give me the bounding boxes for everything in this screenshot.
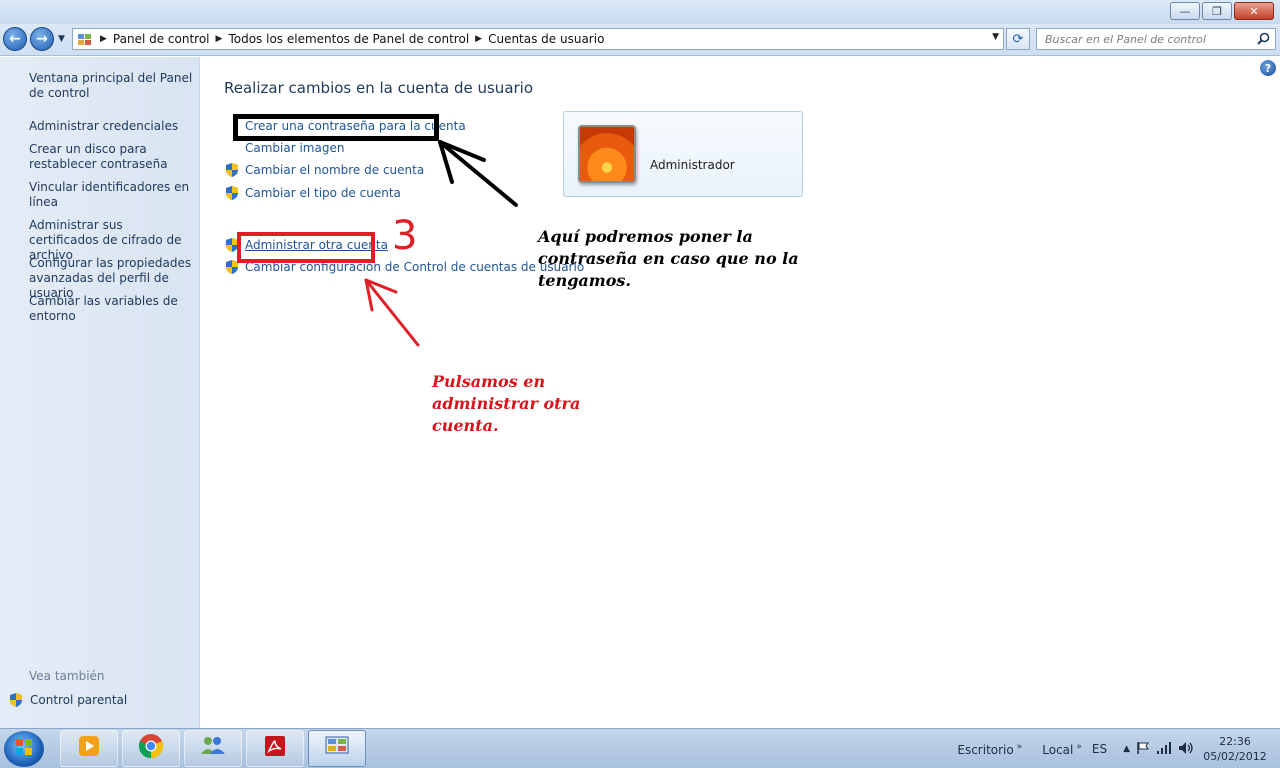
clock-time: 22:36 <box>1219 735 1251 748</box>
users-icon <box>200 734 226 763</box>
breadcrumb-separator-icon[interactable]: ▶ <box>216 34 223 44</box>
search-icon[interactable] <box>1257 32 1270 48</box>
sidebar-item-environment-variables[interactable]: Cambiar las variables de entorno <box>29 294 195 324</box>
breadcrumb-user-accounts[interactable]: Cuentas de usuario <box>488 32 604 46</box>
uac-shield-icon <box>8 692 23 708</box>
control-panel-icon <box>324 735 350 762</box>
black-arrow <box>438 140 518 207</box>
help-icon[interactable]: ? <box>1260 60 1276 76</box>
chrome-icon <box>138 733 164 764</box>
back-button[interactable]: ← <box>3 27 27 51</box>
search-input[interactable] <box>1037 29 1247 49</box>
parental-control-label[interactable]: Control parental <box>30 693 127 707</box>
change-picture-link[interactable]: Cambiar imagen <box>224 141 344 155</box>
uac-shield-icon <box>224 185 239 201</box>
refresh-icon: ⟳ <box>1012 31 1024 47</box>
annotation-black-box <box>233 114 439 141</box>
minimize-button[interactable]: — <box>1170 2 1200 20</box>
red-arrow <box>364 278 420 347</box>
search-box[interactable] <box>1036 28 1276 50</box>
taskbar-chrome-button[interactable] <box>122 730 180 767</box>
tray-local-toolbar[interactable]: Local» <box>1042 742 1082 757</box>
uac-shield-icon <box>224 162 239 178</box>
windows-logo-icon <box>14 737 34 762</box>
action-center-flag-icon[interactable] <box>1136 741 1150 758</box>
taskbar-media-player-button[interactable] <box>60 730 118 767</box>
sidebar-item-parental-control[interactable]: Control parental <box>8 692 127 708</box>
show-hidden-icons-icon[interactable]: ▲ <box>1123 744 1130 754</box>
refresh-button[interactable]: ⟳ <box>1006 28 1030 50</box>
change-account-type-label[interactable]: Cambiar el tipo de cuenta <box>245 186 401 200</box>
media-player-icon <box>77 734 101 763</box>
change-account-type-link[interactable]: Cambiar el tipo de cuenta <box>224 185 401 201</box>
taskbar-control-panel-button[interactable] <box>308 730 366 767</box>
annotation-black-text: Aquí podremos poner la contraseña en cas… <box>538 227 799 290</box>
clock-date: 05/02/2012 <box>1203 750 1267 763</box>
annotation-red-box <box>237 232 375 263</box>
title-bar: — ❐ ✕ <box>0 0 1280 24</box>
account-card: Administrador <box>563 111 803 197</box>
sidebar-item-online-ids[interactable]: Vincular identificadores en línea <box>29 180 195 210</box>
address-dropdown-icon[interactable]: ▼ <box>992 32 999 42</box>
clock[interactable]: 22:36 05/02/2012 <box>1200 734 1270 764</box>
window-controls: — ❐ ✕ <box>1168 2 1274 20</box>
volume-icon[interactable] <box>1178 741 1194 758</box>
taskbar-acrobat-button[interactable] <box>246 730 304 767</box>
annotation-red-text: Pulsamos en administrar otra cuenta. <box>432 372 581 435</box>
forward-button[interactable]: → <box>30 27 54 51</box>
account-name: Administrador <box>650 158 735 172</box>
tray-language[interactable]: ES <box>1092 742 1107 756</box>
breadcrumb-separator-icon[interactable]: ▶ <box>475 34 482 44</box>
breadcrumb-control-panel[interactable]: Panel de control <box>113 32 210 46</box>
close-button[interactable]: ✕ <box>1234 2 1274 20</box>
taskbar: Escritorio» Local» ES ▲ 22:36 05/02/2012 <box>0 728 1280 768</box>
control-panel-icon <box>76 31 94 47</box>
address-bar[interactable]: ▶ Panel de control ▶ Todos los elementos… <box>72 28 1004 50</box>
change-picture-label[interactable]: Cambiar imagen <box>245 141 344 155</box>
tray-desktop-toolbar[interactable]: Escritorio» <box>957 742 1022 757</box>
see-also-heading: Vea también <box>29 669 105 683</box>
sidebar-item-credentials[interactable]: Administrar credenciales <box>29 119 195 134</box>
avatar <box>578 125 636 183</box>
breadcrumb-all-items[interactable]: Todos los elementos de Panel de control <box>228 32 469 46</box>
maximize-button[interactable]: ❐ <box>1202 2 1232 20</box>
system-tray: Escritorio» Local» ES ▲ 22:36 05/02/2012 <box>957 729 1280 768</box>
network-icon[interactable] <box>1156 741 1172 758</box>
sidebar-item-reset-disk[interactable]: Crear un disco para restablecer contrase… <box>29 142 195 172</box>
recent-pages-dropdown-icon[interactable]: ▼ <box>58 34 65 44</box>
sidebar-item-control-panel-home[interactable]: Ventana principal del Panel de control <box>29 71 195 101</box>
page-title: Realizar cambios en la cuenta de usuario <box>224 79 534 97</box>
navigation-bar: ← → ▼ ▶ Panel de control ▶ Todos los ele… <box>0 24 1280 56</box>
acrobat-icon <box>263 734 287 763</box>
taskbar-users-button[interactable] <box>184 730 242 767</box>
start-button[interactable] <box>4 731 44 767</box>
change-name-label[interactable]: Cambiar el nombre de cuenta <box>245 163 424 177</box>
change-name-link[interactable]: Cambiar el nombre de cuenta <box>224 162 424 178</box>
annotation-step-number: 3 <box>392 213 418 259</box>
breadcrumb-separator-icon: ▶ <box>100 34 107 44</box>
